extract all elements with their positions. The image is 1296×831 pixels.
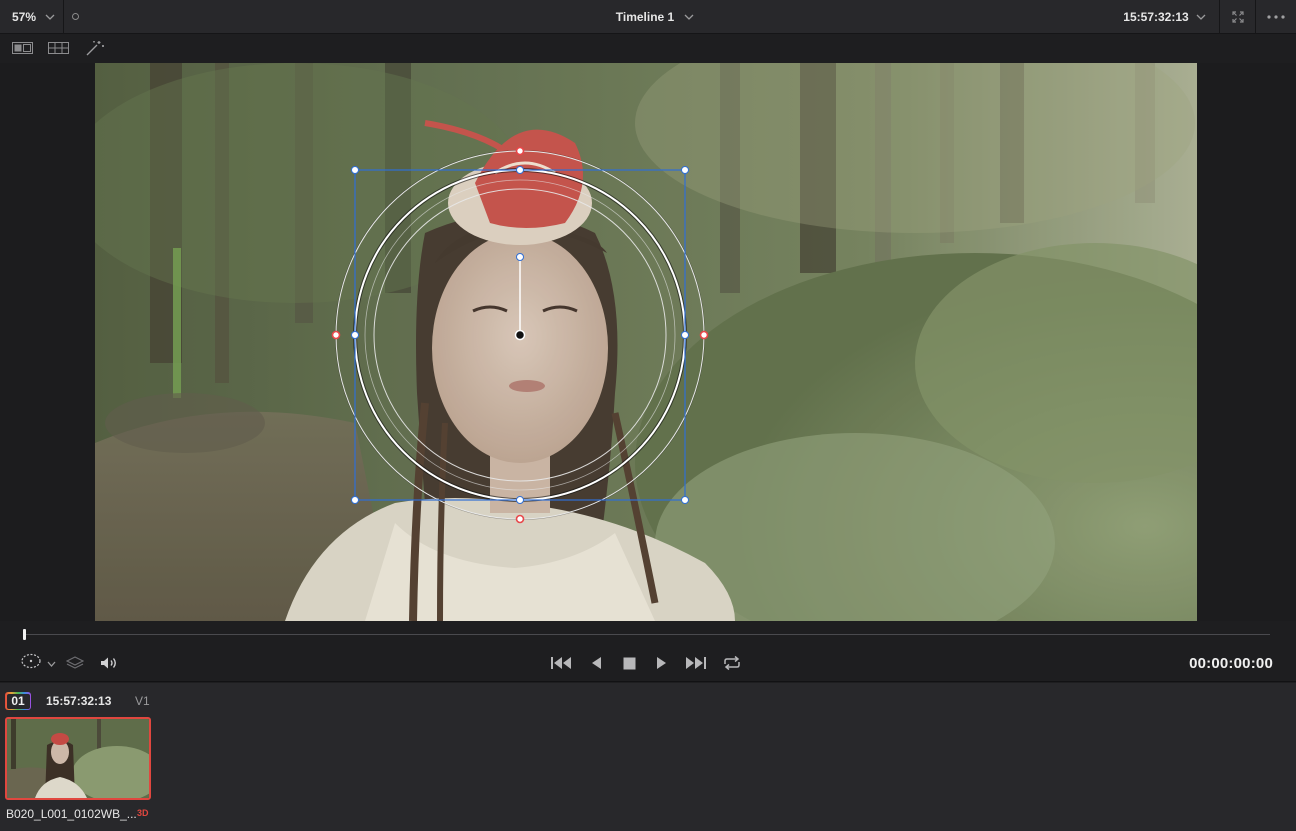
zoom-dropdown[interactable]: 57% bbox=[0, 0, 64, 34]
clip-number-badge: 01 bbox=[5, 692, 31, 710]
timecode-dropdown[interactable]: 15:57:32:13 bbox=[1110, 0, 1220, 34]
clip-3d-badge: 3D bbox=[137, 808, 149, 818]
layers-icon[interactable] bbox=[65, 653, 85, 673]
loop-icon[interactable] bbox=[720, 653, 744, 673]
softness-handle bbox=[515, 146, 525, 156]
window-handle bbox=[516, 496, 524, 504]
window-handle bbox=[351, 331, 359, 339]
window-tool-dropdown[interactable] bbox=[18, 653, 58, 673]
timeline-dropdown[interactable]: Timeline 1 bbox=[560, 0, 750, 34]
speaker-icon[interactable] bbox=[98, 653, 120, 673]
center-handle bbox=[514, 329, 526, 341]
expand-icon[interactable] bbox=[1220, 0, 1256, 34]
circle-dot-icon[interactable] bbox=[72, 13, 79, 20]
play-icon[interactable] bbox=[652, 653, 672, 673]
window-handle bbox=[351, 496, 359, 504]
play-reverse-icon[interactable] bbox=[586, 653, 606, 673]
clip-timecode: 15:57:32:13 bbox=[46, 694, 112, 708]
chevron-down-icon bbox=[1196, 14, 1206, 20]
timeline-name: Timeline 1 bbox=[615, 10, 675, 24]
power-window-overlay[interactable] bbox=[95, 63, 1197, 621]
window-handle bbox=[681, 496, 689, 504]
chevron-down-icon bbox=[684, 14, 694, 20]
stop-icon[interactable] bbox=[619, 653, 639, 673]
window-handle bbox=[516, 166, 524, 174]
single-viewer-icon[interactable] bbox=[11, 39, 33, 57]
more-horizontal-icon[interactable] bbox=[1256, 0, 1296, 34]
viewer-area bbox=[0, 63, 1296, 621]
source-timecode: 15:57:32:13 bbox=[1123, 10, 1189, 24]
softness-handle bbox=[331, 330, 341, 340]
window-handle bbox=[351, 166, 359, 174]
chevron-down-icon bbox=[45, 14, 55, 20]
skip-to-end-icon[interactable] bbox=[684, 653, 708, 673]
clips-strip: 01 15:57:32:13 V1 B020_L001_0102WB_... 3… bbox=[0, 683, 1296, 831]
window-handle bbox=[681, 166, 689, 174]
scrubber[interactable] bbox=[0, 621, 1296, 645]
magic-wand-icon[interactable] bbox=[84, 39, 106, 57]
circle-window-icon bbox=[20, 653, 44, 674]
clip-thumbnail[interactable] bbox=[5, 717, 151, 800]
window-handle bbox=[681, 331, 689, 339]
scrubber-track[interactable] bbox=[24, 634, 1270, 635]
softness-handle bbox=[699, 330, 709, 340]
transport-controls: 00:00:00:00 bbox=[0, 645, 1296, 682]
video-frame[interactable] bbox=[95, 63, 1197, 621]
clip-track: V1 bbox=[135, 694, 150, 708]
zoom-level: 57% bbox=[12, 10, 37, 24]
split-screen-icon[interactable] bbox=[47, 39, 69, 57]
skip-to-start-icon[interactable] bbox=[549, 653, 573, 673]
rotation-handle bbox=[516, 253, 524, 261]
record-timecode: 00:00:00:00 bbox=[1189, 655, 1273, 672]
clip-name: B020_L001_0102WB_... bbox=[6, 807, 137, 821]
chevron-down-icon bbox=[47, 654, 56, 672]
viewer-header: 57% Timeline 1 15:57:32:13 bbox=[0, 0, 1296, 34]
softness-handle bbox=[515, 514, 525, 524]
playhead[interactable] bbox=[23, 629, 26, 640]
viewer-toolbar bbox=[0, 34, 1296, 63]
